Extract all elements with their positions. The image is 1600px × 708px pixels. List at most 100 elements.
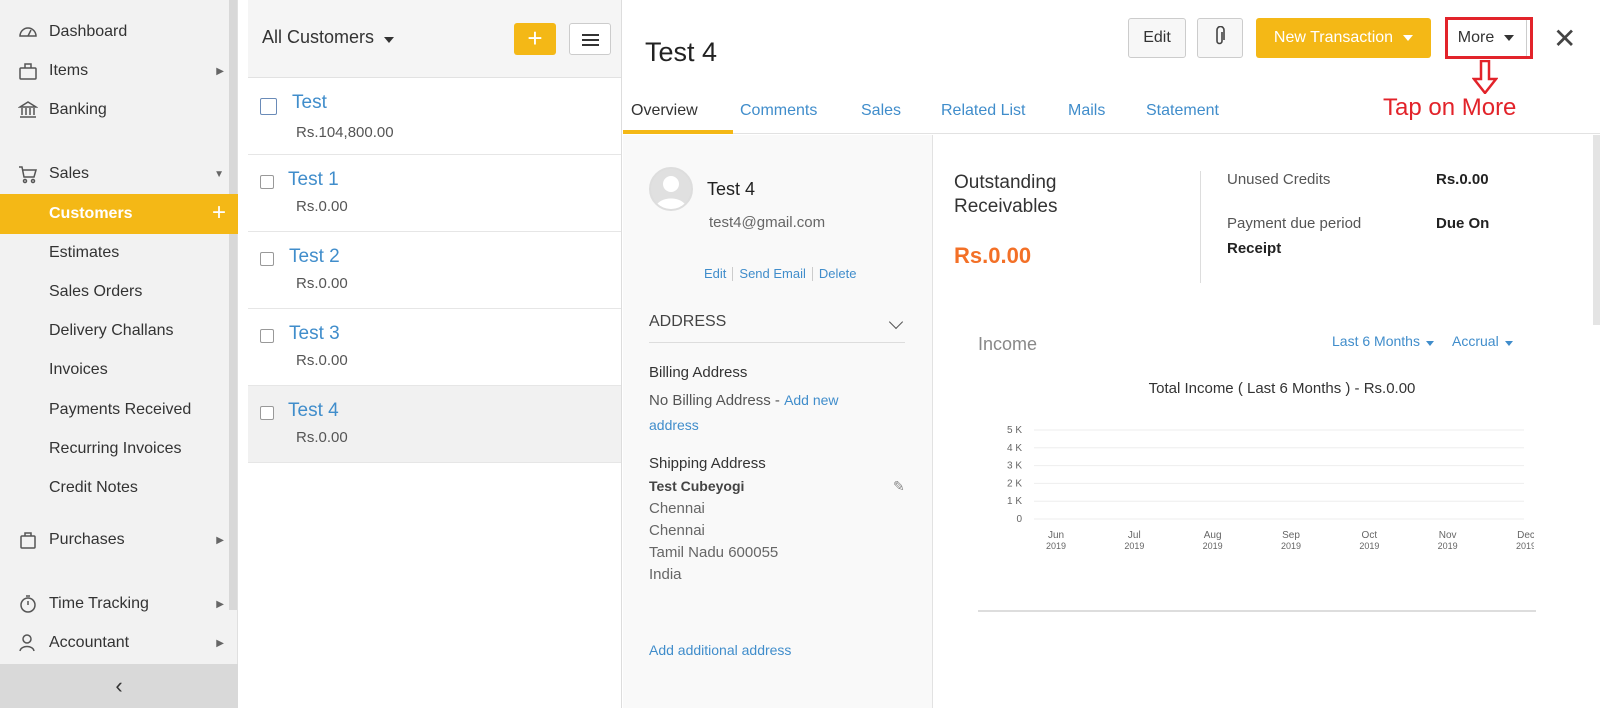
period-dropdown[interactable]: Last 6 Months (1332, 333, 1434, 349)
y-tick-label: 3 K (1007, 461, 1022, 472)
customer-row-selected[interactable]: Test 4 Rs.0.00 (248, 386, 621, 463)
chevron-down-icon (888, 314, 904, 330)
customer-name-link[interactable]: Test 3 (289, 323, 340, 345)
customer-name-link[interactable]: Test 4 (288, 400, 339, 422)
bag-icon (17, 529, 39, 551)
tab-statement[interactable]: Statement (1146, 102, 1219, 120)
address-heading: ADDRESS (649, 313, 727, 330)
edit-button[interactable]: Edit (1128, 18, 1186, 58)
send-email-link[interactable]: Send Email (733, 266, 811, 281)
y-tick-label: 5 K (1007, 425, 1022, 436)
contact-name: Test 4 (707, 179, 756, 199)
income-heading: Income (978, 334, 1038, 354)
sidebar-item-items[interactable]: Items ▶ (0, 51, 238, 91)
pencil-edit-icon[interactable]: ✎ (893, 478, 905, 495)
payment-due-value-cont: Receipt (1227, 240, 1282, 257)
row-checkbox[interactable] (260, 406, 274, 420)
shipping-line: Chennai (649, 500, 705, 517)
income-chart-svg: 01 K2 K3 K4 K5 KJun2019Jul2019Aug2019Sep… (1007, 425, 1536, 551)
sidebar-item-label: Payments Received (49, 401, 192, 418)
attach-button[interactable] (1197, 18, 1243, 58)
basis-dropdown[interactable]: Accrual (1452, 333, 1513, 349)
customer-row[interactable]: Test 3 Rs.0.00 (248, 309, 621, 386)
customer-name-link[interactable]: Test (292, 92, 327, 114)
list-menu-button[interactable] (569, 23, 611, 55)
x-tick-label: Nov (1439, 530, 1457, 541)
x-tick-label: 2019 (1438, 541, 1458, 551)
sidebar-item-purchases[interactable]: Purchases ▶ (0, 520, 238, 560)
sidebar-item-time-tracking[interactable]: Time Tracking ▶ (0, 584, 238, 624)
expand-right-icon: ▶ (216, 534, 224, 546)
contact-info-column: Test 4 test4@gmail.com Edit Send Email D… (623, 135, 933, 708)
sidebar-item-label: Accountant (49, 634, 130, 651)
person-silhouette-icon (655, 176, 687, 209)
accountant-icon (17, 632, 39, 654)
x-tick-label: 2019 (1124, 541, 1144, 551)
shipping-line: Chennai (649, 522, 705, 539)
customer-list-panel: All Customers + Test Rs.104,800.00 Test … (248, 0, 622, 708)
sidebar-item-recurring-invoices[interactable]: Recurring Invoices (0, 429, 238, 469)
sidebar-item-label: Banking (49, 101, 107, 118)
tab-mails[interactable]: Mails (1068, 102, 1105, 120)
customer-row[interactable]: Test 1 Rs.0.00 (248, 155, 621, 232)
shipping-line: India (649, 566, 682, 583)
sidebar-item-credit-notes[interactable]: Credit Notes (0, 468, 238, 508)
address-section-toggle[interactable]: ADDRESS (649, 313, 905, 343)
row-checkbox[interactable] (260, 98, 277, 115)
y-tick-label: 4 K (1007, 443, 1022, 454)
sidebar-item-customers[interactable]: Customers + (0, 194, 238, 234)
customer-view-dropdown[interactable]: All Customers (262, 27, 395, 48)
detail-scrollbar[interactable] (1593, 135, 1600, 325)
customer-balance: Rs.0.00 (296, 352, 348, 369)
sidebar-item-label: Estimates (49, 244, 120, 261)
sidebar-item-accountant[interactable]: Accountant ▶ (0, 623, 238, 663)
add-customer-plus-icon[interactable]: + (212, 199, 226, 227)
add-customer-button[interactable]: + (514, 23, 556, 55)
shipping-line: Tamil Nadu 600055 (649, 544, 779, 561)
sidebar-item-estimates[interactable]: Estimates (0, 233, 238, 273)
row-checkbox[interactable] (260, 252, 274, 266)
sidebar-item-label: Credit Notes (49, 479, 138, 496)
outstanding-receivables-value: Rs.0.00 (954, 243, 1032, 268)
bank-icon (17, 99, 39, 121)
basis-dropdown-label: Accrual (1452, 333, 1499, 349)
contact-edit-link[interactable]: Edit (698, 266, 732, 281)
customer-name-link[interactable]: Test 2 (289, 246, 340, 268)
x-tick-label: Oct (1362, 530, 1378, 541)
expand-right-icon: ▶ (216, 598, 224, 610)
y-tick-label: 1 K (1007, 496, 1022, 507)
collapse-sidebar-button[interactable]: ‹ (0, 664, 238, 708)
sidebar-item-invoices[interactable]: Invoices (0, 350, 238, 390)
cart-icon (17, 163, 39, 185)
row-checkbox[interactable] (260, 329, 274, 343)
contact-email: test4@gmail.com (709, 214, 826, 231)
sidebar-item-banking[interactable]: Banking (0, 90, 238, 130)
delete-link[interactable]: Delete (813, 266, 863, 281)
detail-tabs: Overview Comments Sales Related List Mai… (623, 92, 1600, 134)
tab-comments[interactable]: Comments (740, 102, 817, 120)
sidebar-item-label: Time Tracking (49, 595, 149, 612)
page-title: Test 4 (645, 37, 718, 67)
y-tick-label: 0 (1016, 514, 1022, 525)
sidebar-item-payments-received[interactable]: Payments Received (0, 390, 238, 430)
tab-overview[interactable]: Overview (631, 102, 698, 120)
add-additional-address-link[interactable]: Add additional address (649, 642, 791, 658)
sidebar-item-delivery-challans[interactable]: Delivery Challans (0, 311, 238, 351)
active-tab-indicator (623, 130, 733, 134)
customer-row[interactable]: Test Rs.104,800.00 (248, 78, 621, 155)
sidebar-item-label: Customers (49, 205, 133, 222)
billing-address-value: No Billing Address - Add new address (649, 388, 889, 438)
sidebar-item-sales-orders[interactable]: Sales Orders (0, 272, 238, 312)
customer-name-link[interactable]: Test 1 (288, 169, 339, 191)
sidebar-item-sales[interactable]: Sales ▼ (0, 154, 238, 194)
period-dropdown-label: Last 6 Months (1332, 333, 1420, 349)
caret-down-icon (1425, 341, 1434, 346)
close-icon[interactable]: ✕ (1553, 22, 1576, 55)
customer-row[interactable]: Test 2 Rs.0.00 (248, 232, 621, 309)
sidebar-item-dashboard[interactable]: Dashboard (0, 12, 238, 52)
row-checkbox[interactable] (260, 175, 274, 189)
shipping-attention: Test Cubeyogi (649, 478, 745, 494)
tab-sales[interactable]: Sales (861, 102, 901, 120)
tab-related-list[interactable]: Related List (941, 102, 1026, 120)
new-transaction-button[interactable]: New Transaction (1256, 18, 1431, 58)
